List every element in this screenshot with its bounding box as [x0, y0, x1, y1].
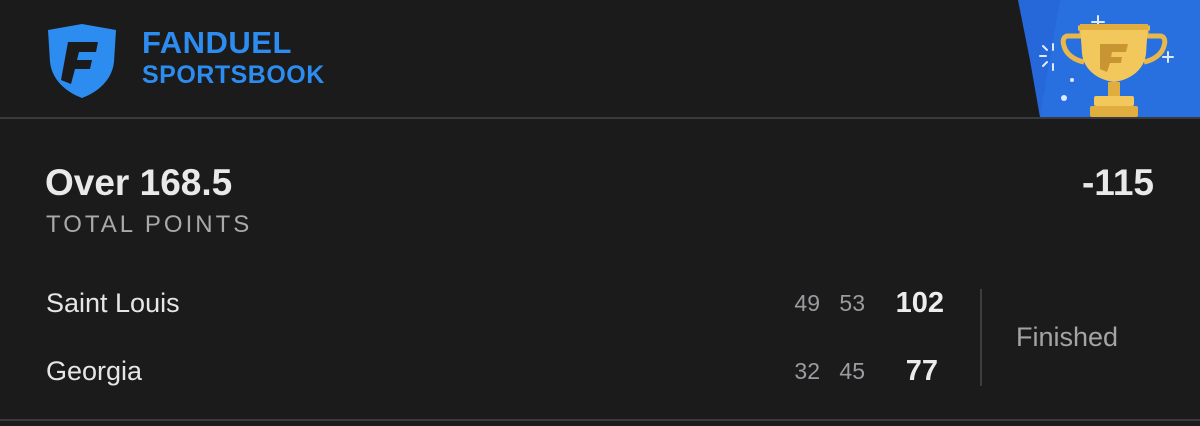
brand-name: FANDUEL: [142, 25, 292, 60]
bet-card: FANDUEL SPORTSBOOK Over 168.5 TOTAL POIN…: [0, 0, 1200, 426]
header-divider: [0, 117, 1200, 119]
card-bottom-divider: [0, 419, 1200, 421]
score-status-divider: [980, 289, 982, 386]
game-status: Finished: [1016, 322, 1119, 352]
team-name: Georgia: [46, 356, 143, 386]
header: FANDUEL SPORTSBOOK: [0, 0, 1200, 117]
fanduel-shield-icon: [48, 24, 116, 98]
trophy-icon: [1018, 0, 1200, 117]
period-score: 53: [839, 290, 865, 316]
bet-market: TOTAL POINTS: [46, 211, 253, 238]
period-score: 49: [794, 290, 820, 316]
team-name: Saint Louis: [46, 288, 180, 318]
total-score: 77: [905, 355, 938, 387]
period-score: 32: [794, 358, 820, 384]
total-score: 102: [895, 287, 944, 319]
bet-selection: Over 168.5: [45, 162, 233, 203]
bet-odds: -115: [1081, 162, 1154, 203]
brand-subtitle: SPORTSBOOK: [142, 61, 325, 89]
